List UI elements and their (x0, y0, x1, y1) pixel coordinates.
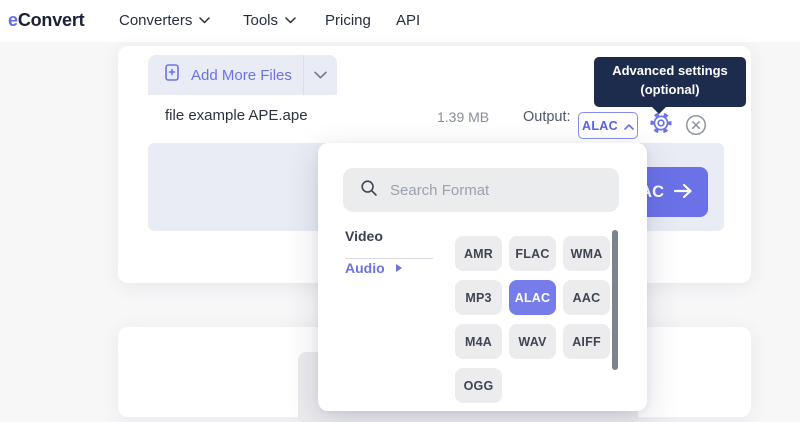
add-more-files-label: Add More Files (191, 67, 292, 84)
format-option-m4a[interactable]: M4A (455, 324, 502, 359)
logo[interactable]: eConvert (8, 10, 84, 31)
format-option-amr[interactable]: AMR (455, 236, 502, 271)
nav-item-api[interactable]: API (396, 12, 420, 29)
file-plus-icon (163, 63, 181, 87)
chevron-down-icon (199, 17, 210, 24)
nav-item-pricing[interactable]: Pricing (325, 12, 371, 29)
format-option-aac[interactable]: AAC (563, 280, 610, 315)
file-size: 1.39 MB (437, 109, 489, 125)
advanced-settings-button[interactable] (648, 110, 674, 136)
format-search-input[interactable] (390, 168, 619, 212)
close-circle-icon (685, 124, 707, 139)
format-option-wma[interactable]: WMA (563, 236, 610, 271)
arrow-right-icon (673, 183, 693, 202)
chevron-down-icon (314, 66, 327, 84)
add-files-tab: Add More Files (148, 55, 337, 95)
chevron-down-icon (285, 17, 296, 24)
format-option-aiff[interactable]: AIFF (563, 324, 610, 359)
output-format-select[interactable]: ALAC (578, 112, 638, 139)
tooltip-line2: (optional) (602, 81, 738, 100)
output-format-value: ALAC (582, 119, 618, 133)
format-option-wav[interactable]: WAV (509, 324, 556, 359)
add-files-dropdown-button[interactable] (304, 55, 337, 95)
format-option-ogg[interactable]: OGG (455, 368, 502, 403)
search-icon (360, 179, 378, 202)
format-search-box (343, 168, 619, 212)
top-navbar: eConvert Converters Tools Pricing API (0, 0, 800, 42)
logo-text: Convert (18, 10, 85, 30)
file-name: file example APE.ape (165, 107, 308, 124)
caret-right-icon (396, 264, 402, 272)
nav-item-label: API (396, 12, 420, 29)
category-audio[interactable]: Audio (345, 260, 402, 276)
gear-icon (648, 124, 674, 139)
format-list-scrollbar[interactable] (612, 230, 618, 370)
category-video-label: Video (345, 228, 383, 244)
format-option-mp3[interactable]: MP3 (455, 280, 502, 315)
nav-item-converters[interactable]: Converters (119, 12, 210, 29)
output-label: Output: (523, 109, 571, 125)
nav-item-label: Converters (119, 12, 192, 29)
nav-item-label: Pricing (325, 12, 371, 29)
nav-item-tools[interactable]: Tools (243, 12, 296, 29)
logo-prefix: e (8, 10, 18, 30)
format-option-alac-selected[interactable]: ALAC (509, 280, 556, 315)
category-video[interactable]: Video (345, 228, 433, 259)
add-more-files-button[interactable]: Add More Files (148, 63, 303, 87)
format-picker-panel: Video Audio AMR FLAC WMA MP3 ALAC AAC M4… (318, 143, 647, 411)
tooltip-line1: Advanced settings (602, 62, 738, 81)
category-audio-label: Audio (345, 260, 385, 276)
advanced-settings-tooltip: Advanced settings (optional) (594, 57, 746, 107)
remove-file-button[interactable] (685, 114, 707, 136)
chevron-up-icon (624, 117, 634, 135)
nav-item-label: Tools (243, 12, 278, 29)
format-option-flac[interactable]: FLAC (509, 236, 556, 271)
